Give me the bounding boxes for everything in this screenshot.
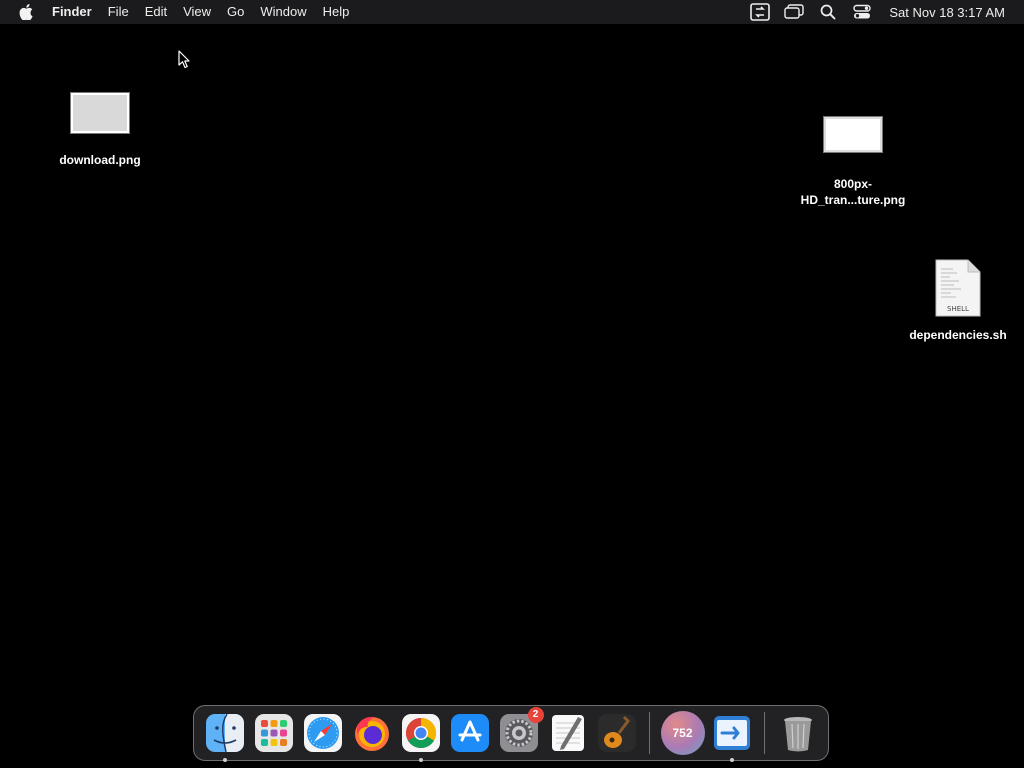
apple-menu-icon[interactable] <box>16 0 36 24</box>
migration-status-icon[interactable] <box>748 0 772 24</box>
menu-finder[interactable]: Finder <box>42 0 100 24</box>
dock: 2 752 <box>193 705 829 762</box>
screen-mirroring-icon[interactable] <box>782 0 806 24</box>
chrome-icon <box>401 714 440 752</box>
menu-bar-clock[interactable]: Sat Nov 18 3:17 AM <box>879 5 1024 20</box>
desktop-file-800px-png[interactable]: 800px- HD_tran...ture.png <box>793 117 913 208</box>
running-indicator <box>222 758 227 762</box>
dock-counter-app[interactable]: 752 <box>660 711 705 755</box>
menu-file[interactable]: File <box>100 0 137 24</box>
launchpad-icon <box>254 714 293 752</box>
dock-app-store[interactable] <box>448 711 492 755</box>
shell-script-document-icon: SHELL <box>935 259 981 317</box>
firefox-icon <box>354 716 389 751</box>
running-indicator <box>729 758 734 762</box>
desktop-file-label-line1: 800px- <box>833 177 872 191</box>
counter-icon: 752 <box>660 711 705 755</box>
menu-bar: Finder File Edit View Go Window Help Sat… <box>0 0 1024 24</box>
dock-separator <box>649 712 650 754</box>
notification-badge: 2 <box>527 707 544 723</box>
safari-icon <box>303 714 342 752</box>
image-thumbnail-icon <box>71 93 129 133</box>
guitar-icon <box>597 714 636 752</box>
migration-icon <box>713 716 750 750</box>
desktop-file-label: dependencies.sh <box>909 328 1007 342</box>
desktop-file-label: 800px- HD_tran...ture.png <box>801 176 906 208</box>
dock-garageband[interactable] <box>595 711 639 755</box>
trash-icon <box>783 717 812 752</box>
textedit-icon <box>551 715 584 751</box>
finder-icon <box>205 713 244 753</box>
dock-textedit[interactable] <box>546 711 590 755</box>
dock-migration-assistant[interactable] <box>710 711 754 762</box>
image-thumbnail-icon <box>824 117 882 152</box>
menu-go[interactable]: Go <box>219 0 252 24</box>
desktop-file-download-png[interactable]: download.png <box>40 93 160 168</box>
dock-trash[interactable] <box>776 711 820 755</box>
menu-view[interactable]: View <box>175 0 219 24</box>
spotlight-search-icon[interactable] <box>816 0 840 24</box>
desktop-file-label: download.png <box>59 153 141 167</box>
dock-firefox[interactable] <box>350 711 394 755</box>
menu-edit[interactable]: Edit <box>137 0 175 24</box>
dock-separator <box>764 712 765 754</box>
counter-value: 752 <box>672 726 693 740</box>
running-indicator <box>418 758 423 762</box>
desktop-file-label-line2: HD_tran...ture.png <box>800 193 906 207</box>
control-center-icon[interactable] <box>850 0 874 24</box>
dock-safari[interactable] <box>301 711 345 755</box>
dock-launchpad[interactable] <box>252 711 296 755</box>
dock-system-settings[interactable]: 2 <box>497 707 544 755</box>
menu-window[interactable]: Window <box>252 0 314 24</box>
app-store-icon <box>450 714 489 752</box>
shell-badge-text: SHELL <box>947 305 969 313</box>
desktop-file-dependencies-sh[interactable]: SHELL dependencies.sh <box>898 259 1018 343</box>
dock-finder[interactable] <box>203 711 247 762</box>
menu-bar-right: Sat Nov 18 3:17 AM <box>743 0 1024 24</box>
dock-google-chrome[interactable] <box>399 711 443 762</box>
mouse-cursor-icon <box>178 50 190 74</box>
menu-help[interactable]: Help <box>315 0 358 24</box>
menu-bar-left: Finder File Edit View Go Window Help <box>0 0 357 24</box>
